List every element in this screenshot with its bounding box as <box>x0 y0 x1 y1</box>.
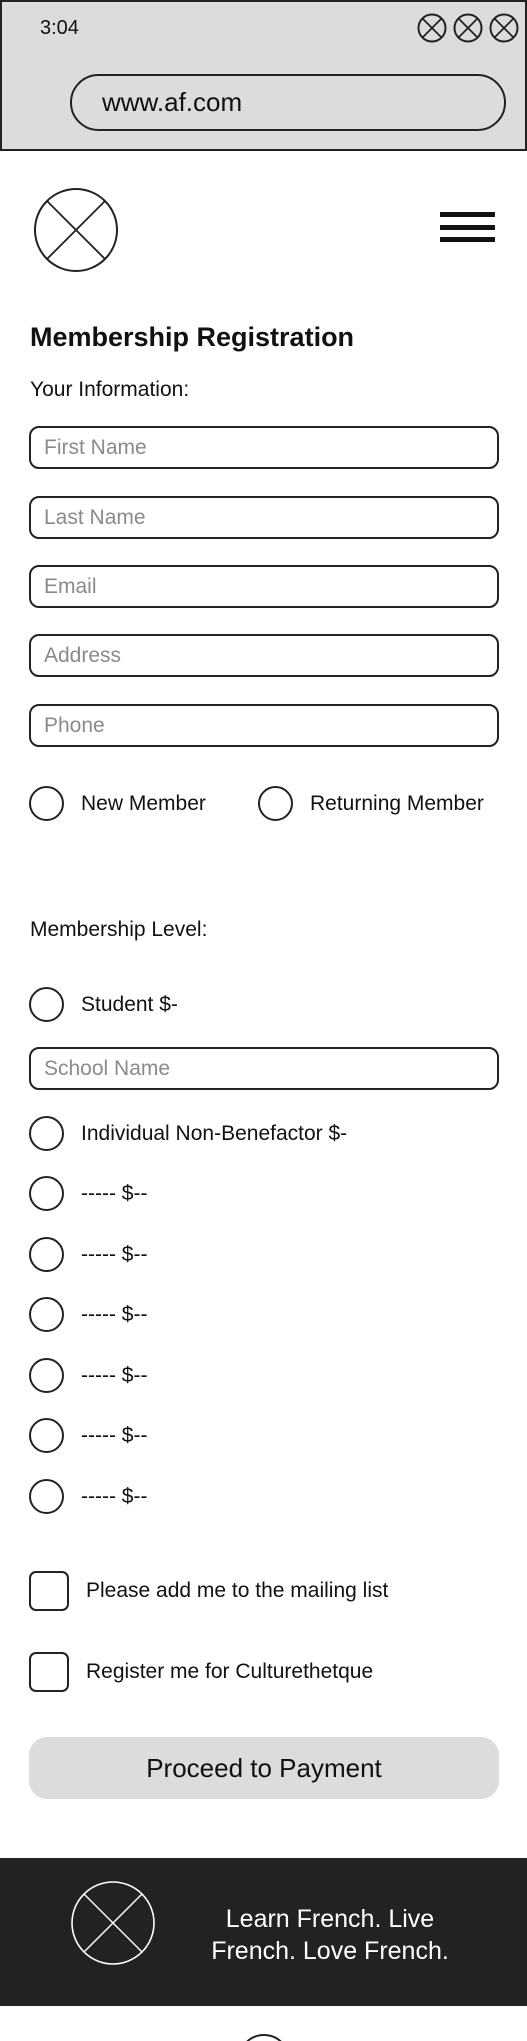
footer-logo-icon[interactable] <box>70 1880 156 1966</box>
mailing-list-option[interactable]: Please add me to the mailing list <box>29 1571 388 1611</box>
individual-level-option[interactable]: Individual Non-Benefactor $- <box>29 1116 347 1151</box>
level-label: ----- $-- <box>81 1363 148 1387</box>
radio-button[interactable] <box>29 1479 64 1514</box>
level-label: ----- $-- <box>81 1302 148 1326</box>
radio-button[interactable] <box>29 1418 64 1453</box>
level-label: ----- $-- <box>81 1484 148 1508</box>
level-option[interactable]: ----- $-- <box>29 1418 147 1453</box>
culturethetque-label: Register me for Culturethetque <box>86 1660 374 1683</box>
page-title: Membership Registration <box>30 322 355 352</box>
level-option[interactable]: ----- $-- <box>29 1358 147 1393</box>
browser-chrome: 3:04 www.af.com <box>0 0 527 151</box>
circle-icon <box>238 2034 290 2041</box>
level-option[interactable]: ----- $-- <box>29 1479 147 1514</box>
close-icon[interactable] <box>417 13 447 43</box>
close-icon[interactable] <box>453 13 483 43</box>
new-member-option[interactable]: New Member <box>29 786 206 821</box>
status-time: 3:04 <box>40 17 79 39</box>
mailing-list-label: Please add me to the mailing list <box>86 1579 389 1602</box>
radio-button[interactable] <box>29 786 64 821</box>
individual-level-label: Individual Non-Benefactor $- <box>81 1121 348 1145</box>
school-name-field[interactable] <box>29 1047 499 1090</box>
footer-tagline: Learn French. Live French. Love French. <box>211 1905 449 1965</box>
close-icon[interactable] <box>489 13 519 43</box>
radio-button[interactable] <box>29 1116 64 1151</box>
level-label: ----- $-- <box>81 1242 148 1266</box>
membership-level-label: Membership Level: <box>30 918 208 941</box>
level-label: ----- $-- <box>81 1181 148 1205</box>
culturethetque-option[interactable]: Register me for Culturethetque <box>29 1652 373 1692</box>
logo-placeholder-icon[interactable] <box>33 187 119 273</box>
window-controls <box>417 13 519 43</box>
address-field[interactable] <box>29 634 499 677</box>
radio-button[interactable] <box>29 1358 64 1393</box>
radio-button[interactable] <box>29 987 64 1022</box>
mailing-list-checkbox[interactable] <box>29 1571 69 1611</box>
culturethetque-checkbox[interactable] <box>29 1652 69 1692</box>
student-level-option[interactable]: Student $- <box>29 987 178 1022</box>
radio-button[interactable] <box>29 1176 64 1211</box>
proceed-to-payment-button[interactable]: Proceed to Payment <box>29 1737 499 1799</box>
radio-button[interactable] <box>258 786 293 821</box>
phone-field[interactable] <box>29 704 499 747</box>
level-option[interactable]: ----- $-- <box>29 1297 147 1332</box>
level-option[interactable]: ----- $-- <box>29 1176 147 1211</box>
new-member-label: New Member <box>81 791 206 815</box>
returning-member-label: Returning Member <box>310 791 484 815</box>
level-label: ----- $-- <box>81 1423 148 1447</box>
first-name-field[interactable] <box>29 426 499 469</box>
footer: Learn French. Live French. Love French. <box>0 1858 527 2006</box>
last-name-field[interactable] <box>29 496 499 539</box>
radio-button[interactable] <box>29 1237 64 1272</box>
url-text: www.af.com <box>102 87 243 117</box>
student-level-label: Student $- <box>81 992 178 1016</box>
radio-button[interactable] <box>29 1297 64 1332</box>
level-option[interactable]: ----- $-- <box>29 1237 147 1272</box>
returning-member-option[interactable]: Returning Member <box>258 786 484 821</box>
hamburger-menu-icon[interactable] <box>440 212 495 242</box>
url-bar[interactable]: www.af.com <box>70 74 506 131</box>
your-information-label: Your Information: <box>30 378 190 401</box>
email-field[interactable] <box>29 565 499 608</box>
